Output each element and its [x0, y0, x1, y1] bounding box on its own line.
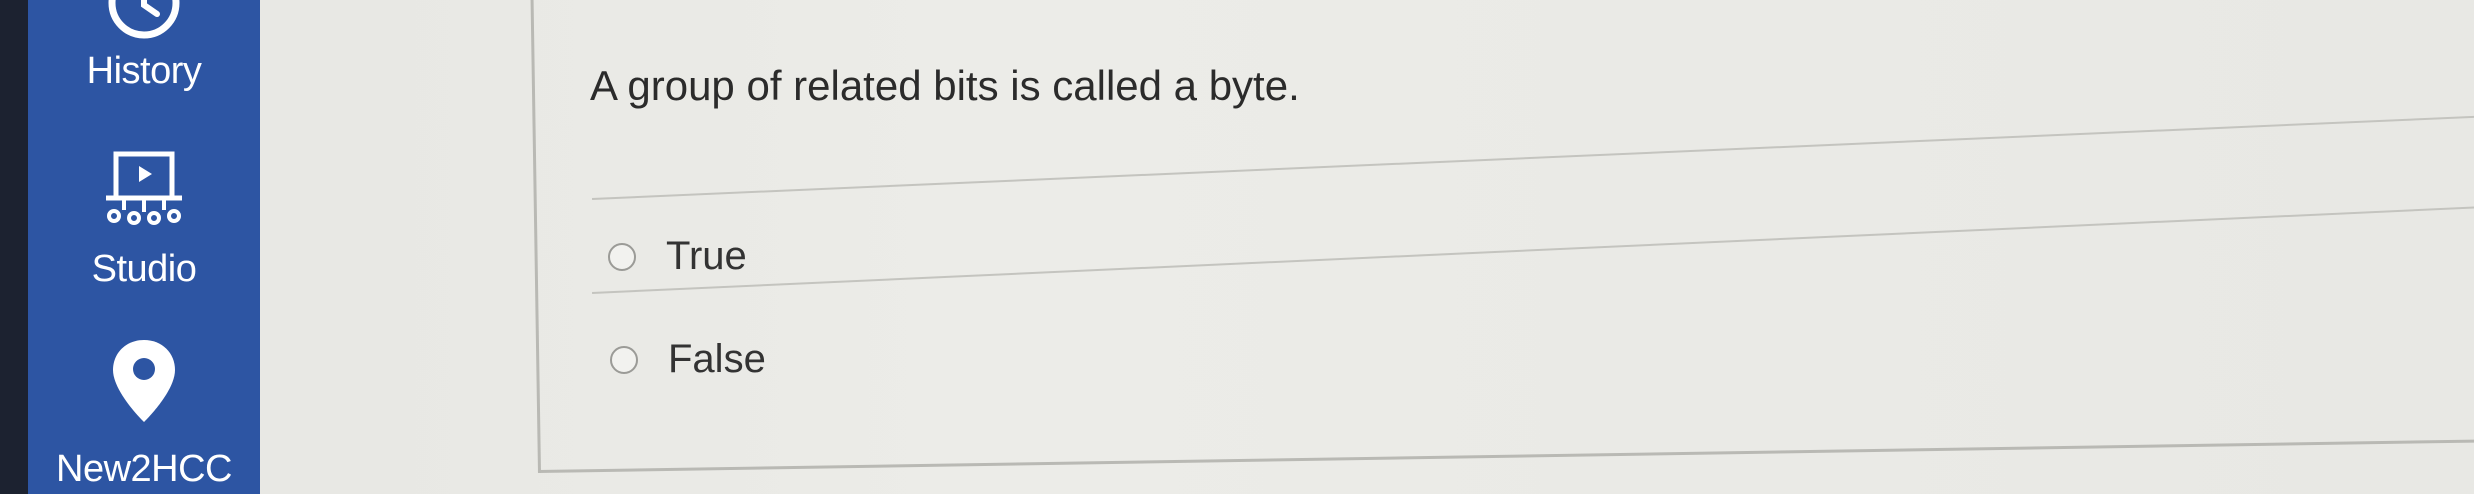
nav-label-history: History [86, 50, 202, 92]
nav-item-new2hcc[interactable]: New2HCC [28, 336, 260, 491]
answer-label-true: True [666, 234, 747, 278]
radio-button-false[interactable] [610, 345, 638, 374]
nav-item-history[interactable]: History [28, 0, 260, 93]
answer-option-false[interactable]: False [610, 337, 766, 382]
map-pin-icon [113, 340, 175, 422]
studio-icon [106, 151, 182, 225]
nav-label-new2hcc: New2HCC [56, 448, 232, 490]
question-text: A group of related bits is called a byte… [590, 62, 1300, 109]
answer-option-true[interactable]: True [608, 234, 747, 279]
radio-button-true[interactable] [608, 242, 636, 271]
screen: History Studio New2HCC A group of relate… [0, 0, 2474, 494]
nav-item-studio[interactable]: Studio [28, 150, 260, 291]
clock-icon [108, 0, 180, 39]
global-nav-sidebar: History Studio New2HCC [28, 0, 260, 494]
nav-label-studio: Studio [91, 248, 197, 290]
answer-label-false: False [668, 337, 766, 381]
screen-bezel [0, 0, 28, 494]
main-content: A group of related bits is called a byte… [260, 0, 2474, 494]
